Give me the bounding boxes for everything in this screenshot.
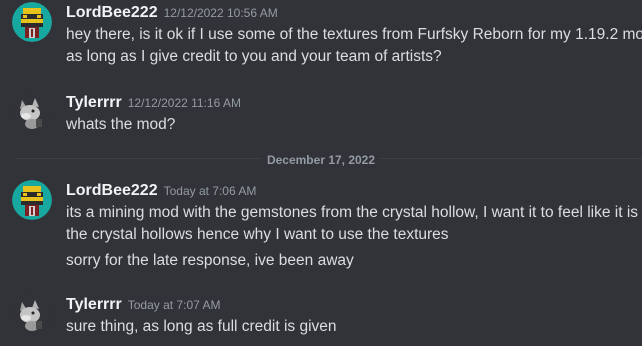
timestamp: 12/12/2022 10:56 AM	[163, 6, 278, 20]
bee-avatar-icon	[12, 180, 52, 220]
username[interactable]: LordBee222	[66, 182, 158, 199]
timestamp: Today at 7:07 AM	[127, 298, 221, 312]
date-divider: December 17, 2022	[0, 151, 642, 169]
message-header: Tylerrrr Today at 7:07 AM	[66, 296, 220, 316]
message-header: LordBee222 12/12/2022 10:56 AM	[66, 4, 278, 24]
date-divider-label: December 17, 2022	[260, 153, 382, 167]
message-text: its a mining mod with the gemstones from…	[66, 204, 639, 221]
message-text: sure thing, as long as full credit is gi…	[66, 318, 337, 335]
username[interactable]: Tylerrrr	[66, 94, 122, 111]
date-divider-line	[16, 158, 642, 159]
username[interactable]: LordBee222	[66, 4, 158, 21]
wolf-avatar-icon	[12, 92, 52, 132]
timestamp: Today at 7:06 AM	[163, 184, 257, 198]
message-text: whats the mod?	[66, 116, 176, 133]
message-text: as long as I give credit to you and your…	[66, 48, 442, 65]
message-header: LordBee222 Today at 7:06 AM	[66, 182, 256, 202]
message-text: the crystal hollows hence why I want to …	[66, 226, 449, 243]
avatar[interactable]	[12, 294, 52, 334]
avatar[interactable]	[12, 180, 52, 220]
chat-messages: LordBee222 12/12/2022 10:56 AM hey there,…	[0, 0, 642, 346]
message-text: hey there, is it ok if I use some of the…	[66, 26, 642, 43]
wolf-avatar-icon	[12, 294, 52, 334]
message-text: sorry for the late response, ive been aw…	[66, 252, 354, 269]
timestamp: 12/12/2022 11:16 AM	[127, 96, 241, 110]
avatar[interactable]	[12, 92, 52, 132]
bee-avatar-icon	[12, 2, 52, 42]
username[interactable]: Tylerrrr	[66, 296, 122, 313]
avatar[interactable]	[12, 2, 52, 42]
message-header: Tylerrrr 12/12/2022 11:16 AM	[66, 94, 241, 114]
